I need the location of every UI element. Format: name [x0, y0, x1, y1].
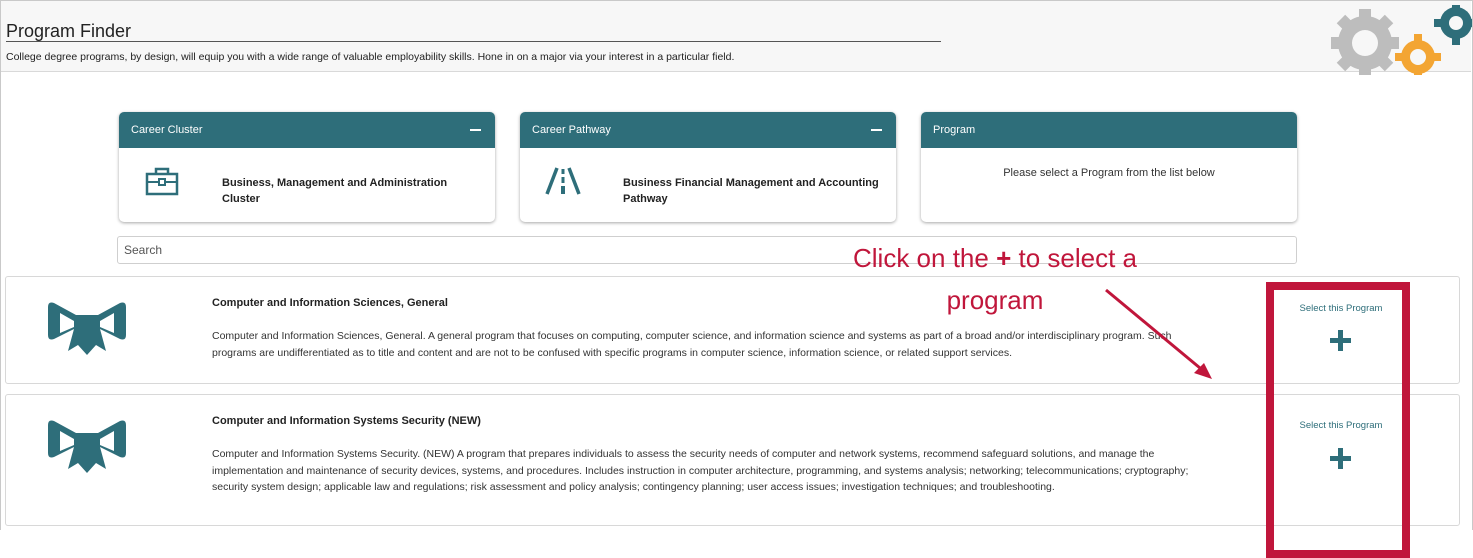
gears-icon: [1331, 5, 1472, 75]
program-row: Computer and Information Systems Securit…: [5, 394, 1460, 526]
title-divider: [6, 41, 941, 42]
program-card: Program Please select a Program from the…: [921, 112, 1297, 222]
career-pathway-card: Career Pathway Business Financial Manage…: [520, 112, 896, 222]
program-placeholder: Please select a Program from the list be…: [1003, 167, 1215, 179]
page-subtitle: College degree programs, by design, will…: [6, 51, 735, 63]
program-name[interactable]: Computer and Information Systems Securit…: [212, 415, 481, 427]
briefcase-icon: [145, 167, 179, 196]
collapse-icon[interactable]: [470, 129, 481, 131]
career-pathway-value: Business Financial Management and Accoun…: [623, 177, 879, 205]
career-cluster-header: Career Cluster: [119, 112, 495, 148]
program-row: Computer and Information Sciences, Gener…: [5, 276, 1460, 384]
career-cluster-value: Business, Management and Administration …: [222, 177, 448, 205]
program-card-header: Program: [921, 112, 1297, 148]
program-description: Computer and Information Sciences, Gener…: [212, 330, 1172, 359]
program-name[interactable]: Computer and Information Sciences, Gener…: [212, 297, 448, 309]
page-header: Program Finder College degree programs, …: [1, 1, 1471, 72]
diploma-ribbon-icon: [48, 302, 126, 355]
career-cluster-card: Career Cluster Business, Management and …: [119, 112, 495, 222]
program-description: Computer and Information Systems Securit…: [212, 448, 1189, 493]
annotation-arrow-icon: [1105, 288, 1212, 379]
diploma-ribbon-icon: [48, 420, 126, 473]
page-title: Program Finder: [6, 21, 132, 41]
road-icon: [545, 167, 581, 195]
program-card-title: Program: [933, 124, 976, 136]
annotation-highlight-box: [1266, 282, 1410, 558]
collapse-icon[interactable]: [871, 129, 882, 131]
annotation-line-1: Click on the + to select a: [853, 243, 1137, 273]
career-pathway-header: Career Pathway: [520, 112, 896, 148]
career-pathway-title: Career Pathway: [532, 124, 611, 136]
career-cluster-title: Career Cluster: [131, 124, 203, 136]
